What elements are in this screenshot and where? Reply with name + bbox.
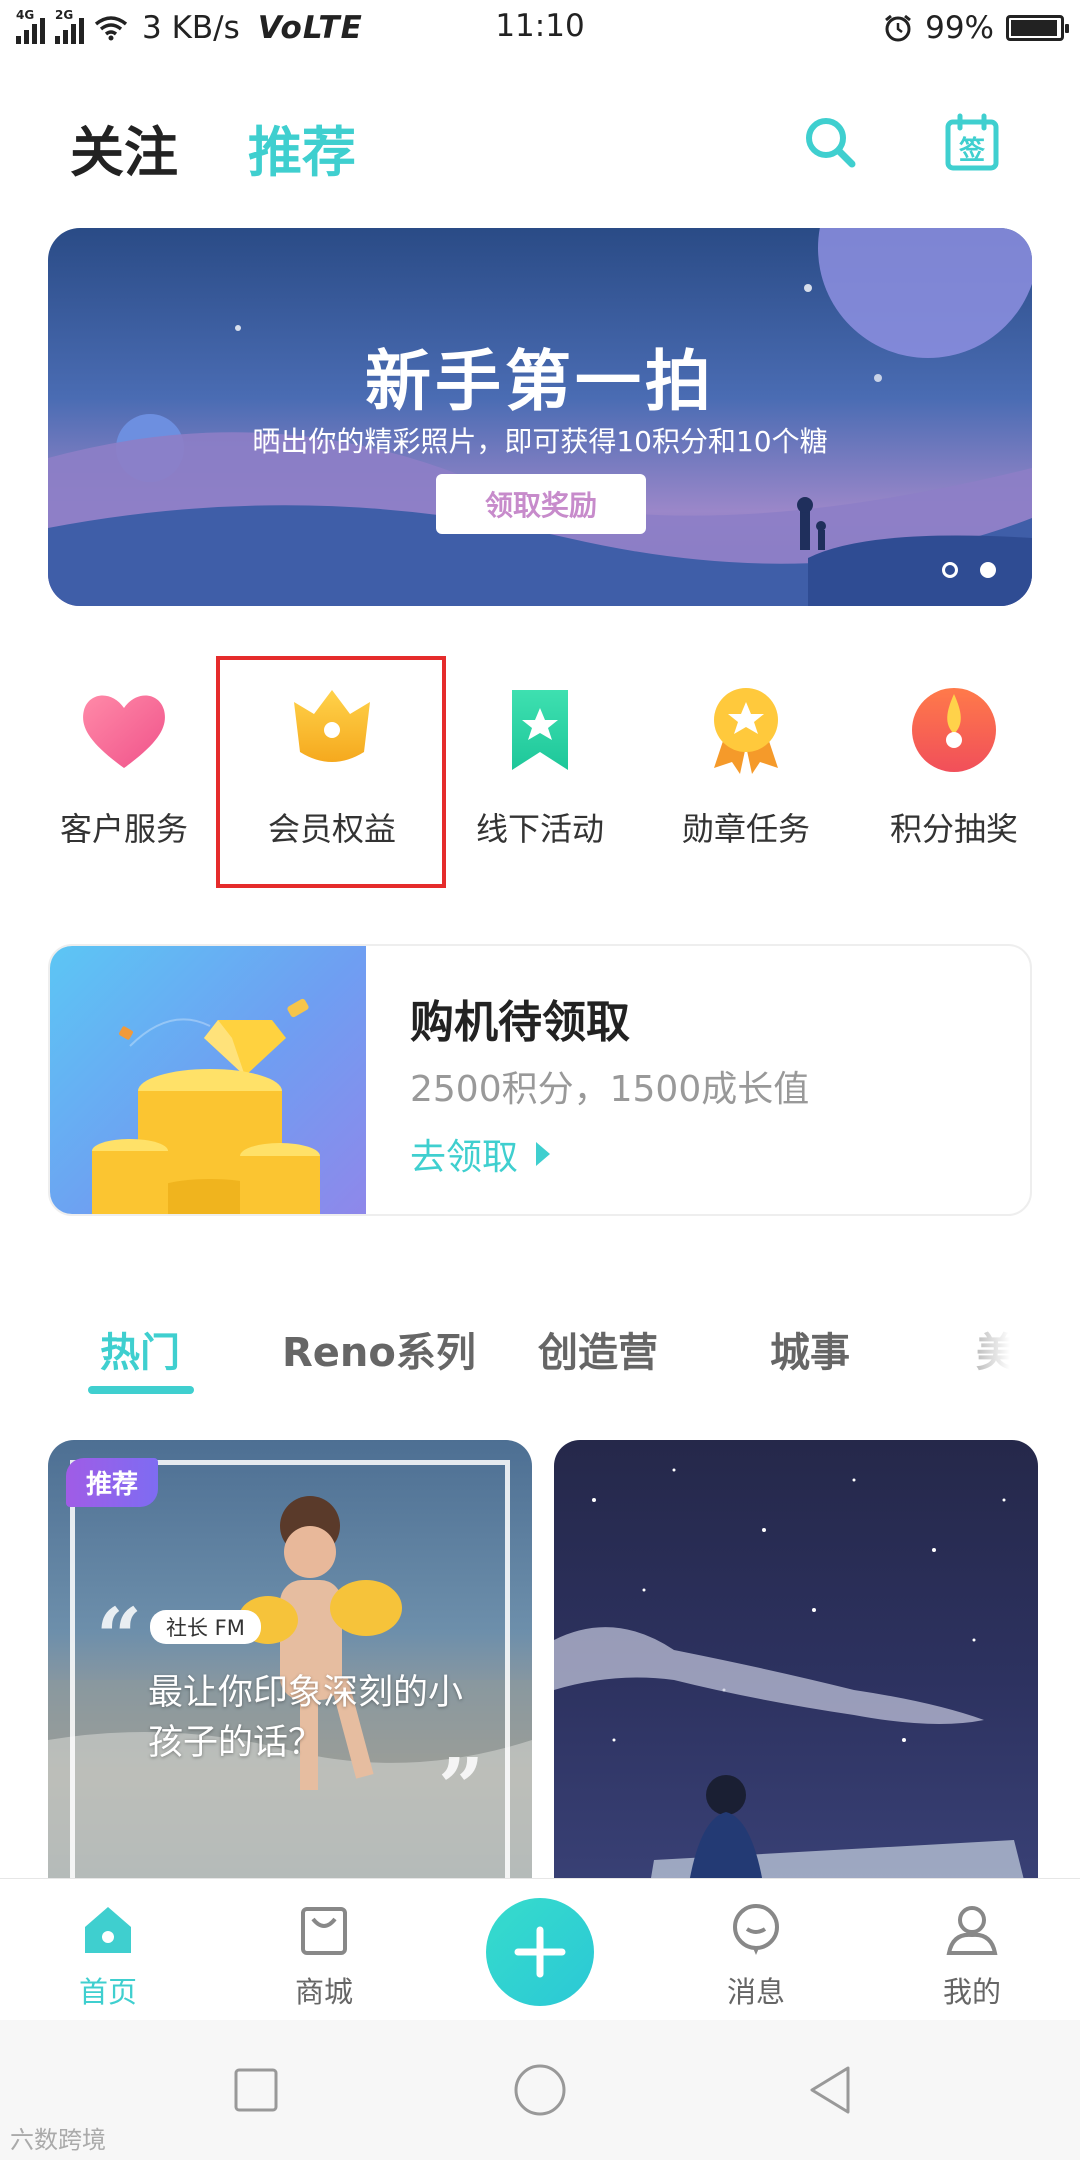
tabs-fade: [930, 1298, 1010, 1398]
sign-in-calendar-icon[interactable]: 签: [944, 112, 1000, 172]
tab-hot[interactable]: 热门: [100, 1320, 180, 1378]
alarm-icon: [885, 14, 912, 42]
quote-open-icon: “: [96, 1590, 143, 1684]
tab-label: 首页: [78, 1975, 137, 2009]
claim-reward-button[interactable]: 领取奖励: [436, 474, 646, 534]
top-nav: 关注 推荐 签: [0, 98, 1080, 188]
create-post-button[interactable]: [486, 1898, 594, 2006]
banner-subtitle: 晒出你的精彩照片，即可获得10积分和10个糖: [252, 425, 828, 458]
fm-tag: 社长 FM: [150, 1610, 261, 1644]
entry-medal-tasks[interactable]: 勋章任务: [646, 682, 846, 850]
claim-link-label: 去领取: [410, 1137, 519, 1178]
tab-messages[interactable]: 消息: [686, 1903, 826, 2011]
battery-percent: 99%: [925, 10, 994, 46]
banner-pagination: [942, 562, 996, 578]
tab-profile[interactable]: 我的: [902, 1903, 1042, 2011]
tab-label: 商城: [294, 1975, 353, 2009]
lottery-icon: [912, 688, 996, 772]
cell-signal-icon: 4G: [16, 8, 45, 44]
category-tabs: 热门 Reno系列 创造营 城事 美: [0, 1298, 1010, 1398]
tab-city-events[interactable]: 城事: [770, 1320, 850, 1378]
tab-follow[interactable]: 关注: [70, 108, 178, 187]
bookmark-star-icon: [512, 690, 568, 770]
tab-label: 消息: [726, 1975, 785, 2009]
tab-label: 我的: [942, 1975, 1001, 2009]
entry-offline-events[interactable]: 线下活动: [440, 682, 640, 850]
tab-reno-series[interactable]: Reno系列: [282, 1320, 476, 1378]
tab-creation-camp[interactable]: 创造营: [538, 1320, 658, 1378]
network-speed: 3 KB/s: [142, 10, 240, 46]
claim-link[interactable]: 去领取: [410, 1128, 551, 1180]
system-nav-bar: [0, 2020, 1080, 2160]
feed-card[interactable]: [554, 1440, 1038, 1880]
active-tab-indicator: [88, 1386, 194, 1394]
entry-label: 积分抽奖: [889, 810, 1018, 848]
pagination-dot[interactable]: [942, 562, 958, 578]
feed-grid: 推荐 “ 社长 FM 最让你印象深刻的小孩子的话？ ”: [0, 1440, 1080, 1880]
promo-title: 购机待领取: [410, 997, 630, 1048]
pagination-dot-active[interactable]: [980, 562, 996, 578]
wifi-icon: [94, 16, 128, 41]
highlight-annotation-box: [216, 656, 446, 888]
entry-label: 线下活动: [475, 810, 604, 848]
home-icon: [85, 1907, 131, 1953]
search-icon[interactable]: [800, 112, 860, 172]
home-circle-icon[interactable]: [510, 2060, 570, 2120]
status-bar: 4G 2G 3 KB/s VoLTE 11:10 99%: [0, 0, 1080, 56]
heart-icon: [83, 695, 165, 768]
quote-close-icon: ”: [438, 1740, 485, 1834]
coins-illustration: [50, 946, 366, 1214]
promo-banner[interactable]: 新手第一拍 晒出你的精彩照片，即可获得10积分和10个糖 领取奖励: [48, 228, 1032, 606]
watermark: 六数跨境: [10, 2126, 106, 2154]
cell-signal-2-icon: 2G: [55, 8, 84, 44]
plus-icon: [514, 1926, 566, 1978]
entry-points-lottery[interactable]: 积分抽奖: [854, 682, 1054, 850]
night-sky-photo: [554, 1468, 1024, 1880]
battery-icon: [1006, 15, 1069, 41]
arrow-right-icon: [536, 1142, 551, 1166]
card-headline: 最让你印象深刻的小孩子的话？: [148, 1673, 464, 1763]
profile-icon: [946, 1906, 998, 1955]
entry-label: 勋章任务: [681, 810, 810, 848]
quick-entries: 客户服务 会员权益 线下活动 勋章任务 积分抽奖: [0, 682, 1080, 872]
promo-subtitle: 2500积分，1500成长值: [410, 1069, 810, 1110]
entry-customer-service[interactable]: 客户服务: [24, 682, 224, 850]
volte-label: VoLTE: [257, 10, 363, 46]
entry-label: 客户服务: [59, 810, 188, 848]
purchase-reward-card[interactable]: 购机待领取 2500积分，1500成长值 去领取: [48, 944, 1032, 1216]
recent-apps-icon[interactable]: [226, 2060, 286, 2120]
tab-shop[interactable]: 商城: [254, 1903, 394, 2011]
message-icon: [733, 1904, 779, 1955]
medal-icon: [714, 688, 778, 774]
back-triangle-icon[interactable]: [800, 2060, 860, 2120]
recommend-badge: 推荐: [66, 1458, 159, 1507]
tab-recommend[interactable]: 推荐: [248, 108, 356, 187]
banner-title: 新手第一拍: [365, 343, 715, 420]
feed-card[interactable]: 推荐 “ 社长 FM 最让你印象深刻的小孩子的话？ ”: [48, 1440, 532, 1880]
tab-home[interactable]: 首页: [38, 1903, 178, 2011]
shop-bag-icon: [301, 1907, 347, 1955]
calendar-glyph: 签: [959, 135, 986, 166]
